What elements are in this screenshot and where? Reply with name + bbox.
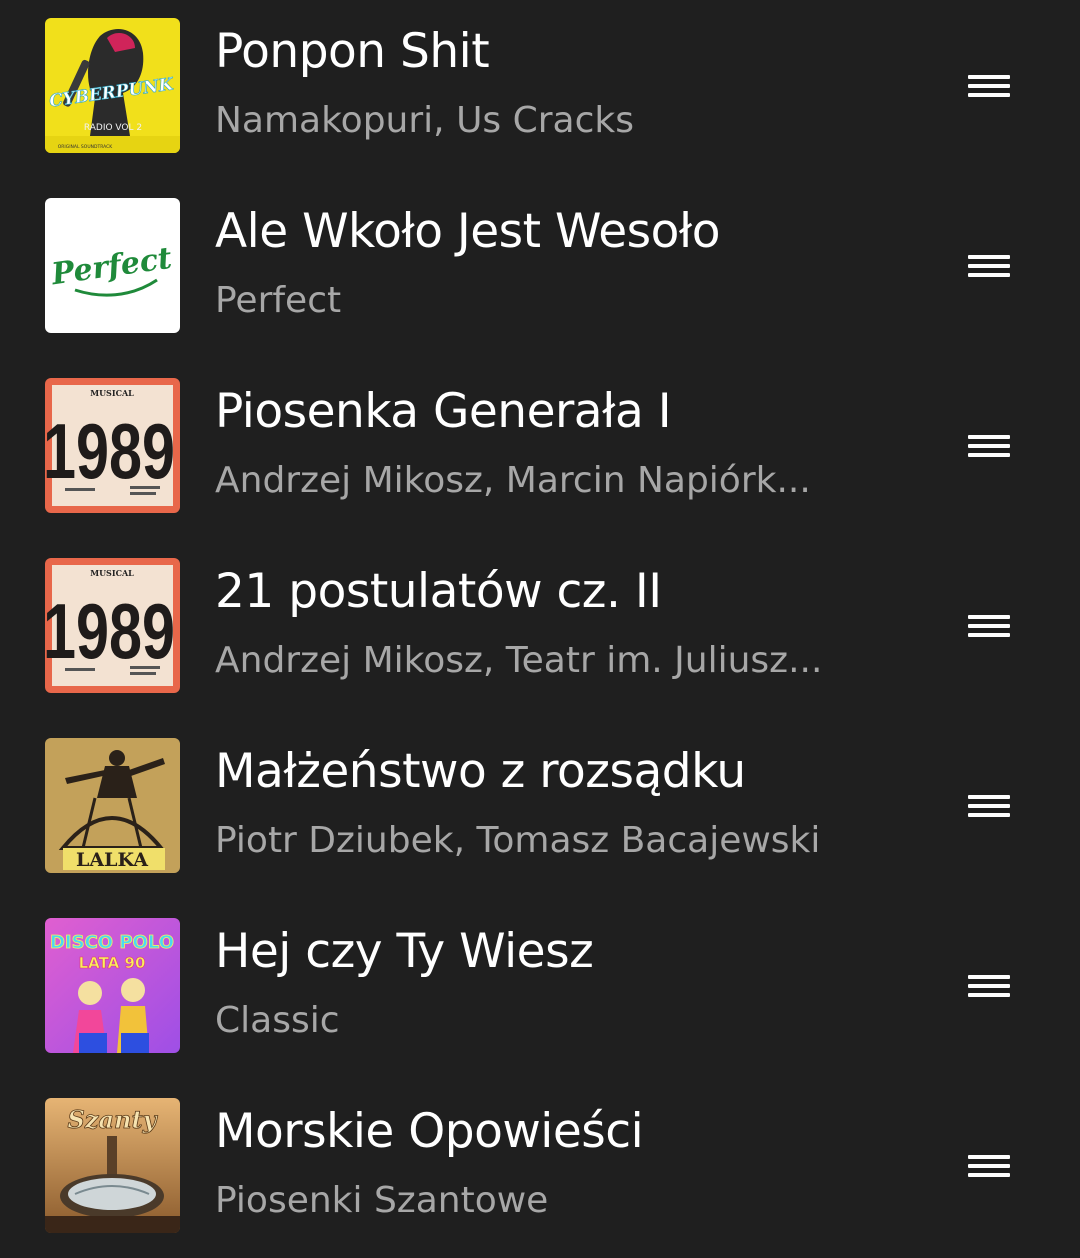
album-art: Szanty <box>45 1098 180 1233</box>
drag-handle-icon[interactable] <box>960 246 1018 286</box>
drag-handle-icon[interactable] <box>960 1146 1018 1186</box>
album-art: LALKA <box>45 738 180 873</box>
track-artists: Classic <box>215 1000 340 1041</box>
art-text: 1989 <box>45 587 175 675</box>
track-title: 21 postulatów cz. II <box>215 564 662 619</box>
art-text: LALKA <box>76 849 148 871</box>
track-title: Hej czy Ty Wiesz <box>215 924 594 979</box>
track-row[interactable]: Perfect Ale Wkoło Jest Wesoło Perfect <box>0 180 1080 360</box>
art-text: ORIGINAL SOUNDTRACK <box>58 144 114 150</box>
track-row[interactable]: CYBERPUNK RADIO VOL 2 ORIGINAL SOUNDTRAC… <box>0 0 1080 180</box>
album-art: Perfect <box>45 198 180 333</box>
drag-handle-icon[interactable] <box>960 426 1018 466</box>
track-row[interactable]: MUSICAL 1989 21 postulatów cz. II Andrze… <box>0 540 1080 720</box>
art-text: MUSICAL <box>90 568 134 578</box>
track-artists: Namakopuri, Us Cracks <box>215 100 635 141</box>
track-title: Ponpon Shit <box>215 24 490 79</box>
art-text: Szanty <box>68 1105 159 1134</box>
track-artists: Andrzej Mikosz, Teatr im. Juliusz... <box>215 640 823 681</box>
album-art: DISCO POLO LATA 90 <box>45 918 180 1053</box>
art-text: LATA 90 <box>79 954 146 972</box>
queue-list: CYBERPUNK RADIO VOL 2 ORIGINAL SOUNDTRAC… <box>0 0 1080 1258</box>
drag-handle-icon[interactable] <box>960 786 1018 826</box>
track-artists: Piosenki Szantowe <box>215 1180 549 1221</box>
track-row[interactable]: MUSICAL 1989 Piosenka Generała I Andrzej… <box>0 360 1080 540</box>
drag-handle-icon[interactable] <box>960 66 1018 106</box>
album-art: MUSICAL 1989 <box>45 558 180 693</box>
track-title: Morskie Opowieści <box>215 1104 644 1159</box>
album-art: CYBERPUNK RADIO VOL 2 ORIGINAL SOUNDTRAC… <box>45 18 180 153</box>
drag-handle-icon[interactable] <box>960 966 1018 1006</box>
track-title: Piosenka Generała I <box>215 384 672 439</box>
track-title: Małżeństwo z rozsądku <box>215 744 746 799</box>
track-title: Ale Wkoło Jest Wesoło <box>215 204 721 259</box>
art-text: 1989 <box>45 407 175 495</box>
art-text: RADIO VOL 2 <box>84 123 142 133</box>
drag-handle-icon[interactable] <box>960 606 1018 646</box>
track-row[interactable]: DISCO POLO LATA 90 Hej czy Ty Wiesz Clas… <box>0 900 1080 1080</box>
track-row[interactable]: LALKA Małżeństwo z rozsądku Piotr Dziube… <box>0 720 1080 900</box>
art-text: DISCO POLO <box>50 932 174 953</box>
track-row[interactable]: Szanty Morskie Opowieści Piosenki Szanto… <box>0 1080 1080 1258</box>
track-artists: Piotr Dziubek, Tomasz Bacajewski <box>215 820 821 861</box>
art-text: MUSICAL <box>90 388 134 398</box>
track-artists: Perfect <box>215 280 342 321</box>
track-artists: Andrzej Mikosz, Marcin Napiórk... <box>215 460 811 501</box>
album-art: MUSICAL 1989 <box>45 378 180 513</box>
